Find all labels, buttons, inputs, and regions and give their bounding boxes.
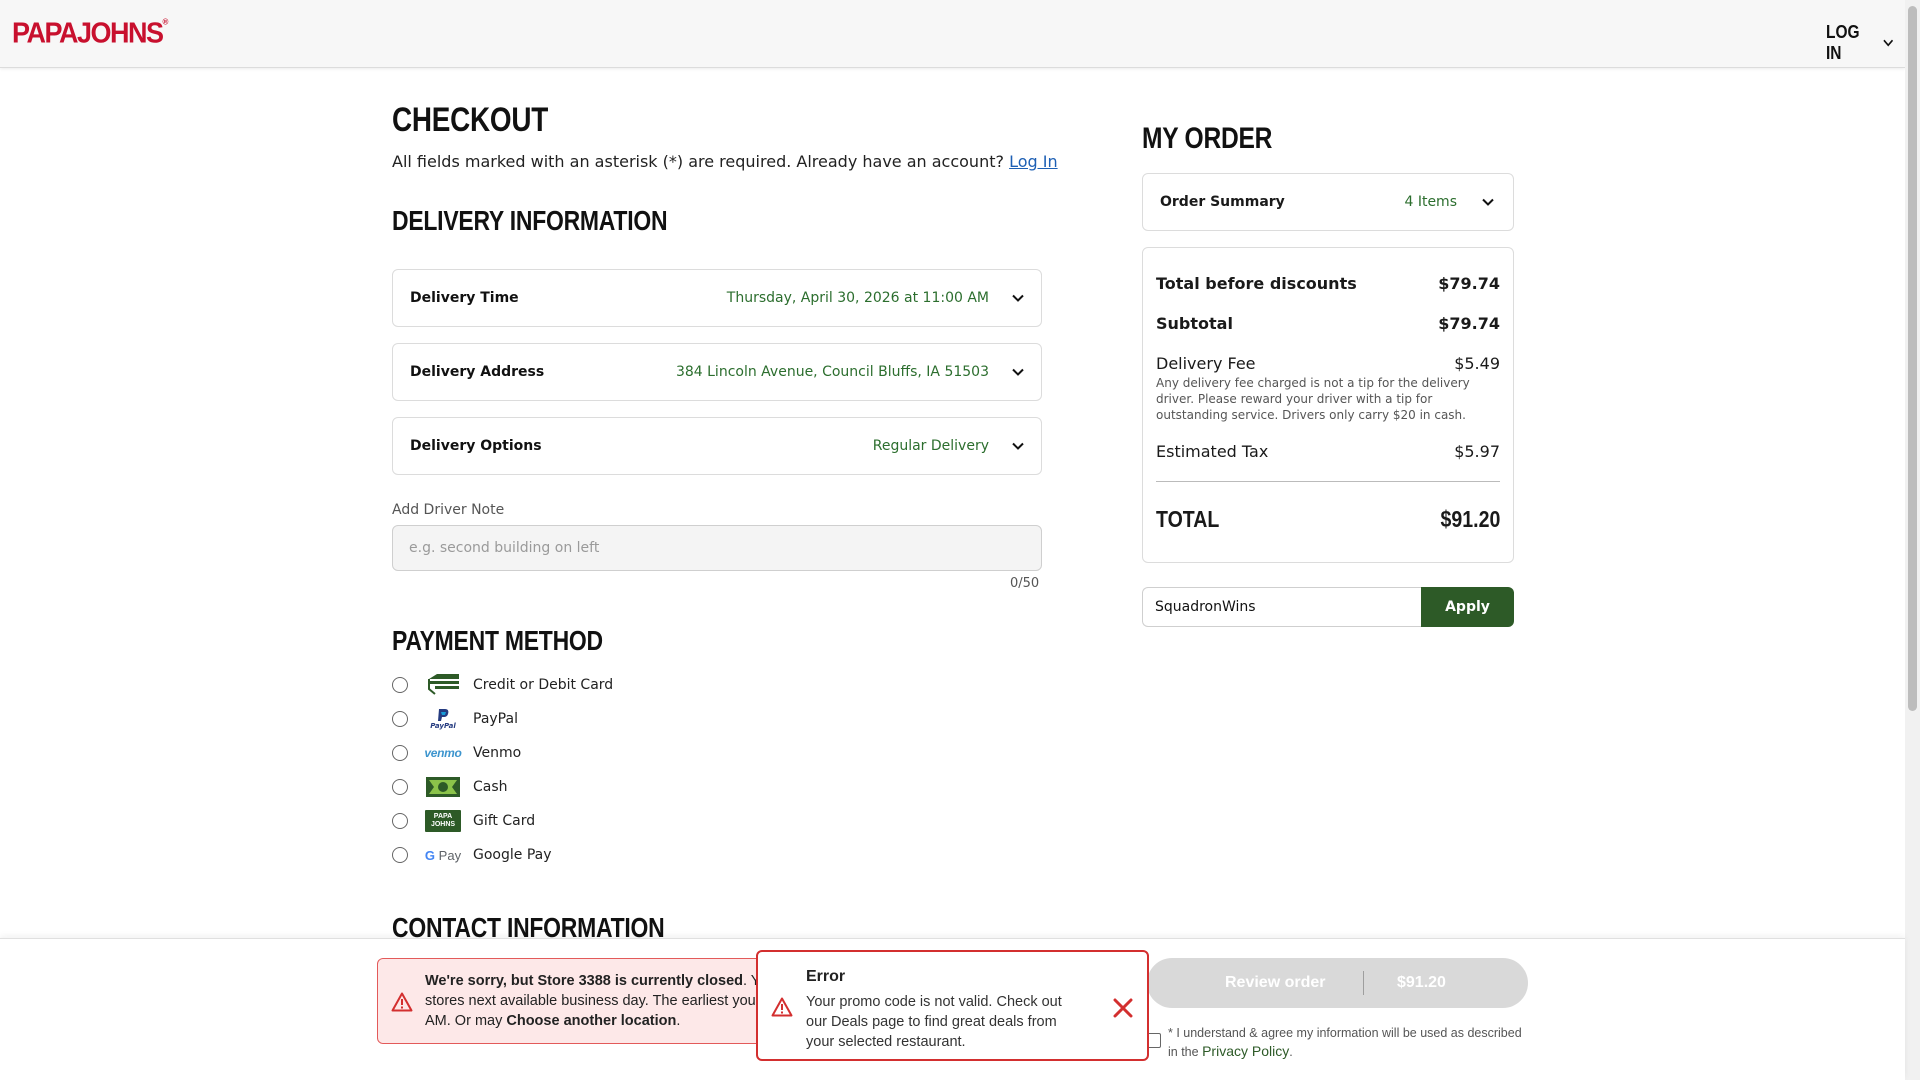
delivery-fee-note: Any delivery fee charged is not a tip fo… bbox=[1156, 376, 1470, 422]
delivery-information-heading: DELIVERY INFORMATION bbox=[392, 205, 668, 236]
google-pay-radio[interactable] bbox=[392, 847, 408, 863]
required-fields-note: All fields marked with an asterisk (*) a… bbox=[392, 152, 1058, 171]
payment-option-venmo[interactable]: venmo Venmo bbox=[392, 741, 521, 765]
payment-option-gift-card[interactable]: PAPA JOHNS Gift Card bbox=[392, 809, 535, 833]
chevron-down-icon bbox=[1482, 198, 1494, 206]
payment-option-label: Cash bbox=[473, 779, 508, 795]
review-order-label: Review order bbox=[1225, 974, 1326, 991]
delivery-options-label: Delivery Options bbox=[410, 438, 542, 454]
cash-icon bbox=[424, 775, 462, 799]
order-item-count: 4 Items bbox=[1404, 194, 1457, 210]
delivery-address-dropdown[interactable]: Delivery Address 384 Lincoln Avenue, Cou… bbox=[392, 343, 1042, 401]
login-link[interactable]: Log In bbox=[1009, 152, 1058, 171]
privacy-agreement: * I understand & agree my information wi… bbox=[1146, 1024, 1526, 1061]
gift-card-icon: PAPA JOHNS bbox=[424, 809, 462, 833]
payment-option-google-pay[interactable]: G Pay Google Pay bbox=[392, 843, 552, 867]
driver-note-label: Add Driver Note bbox=[392, 502, 505, 518]
order-summary-dropdown[interactable]: Order Summary 4 Items bbox=[1142, 173, 1514, 231]
my-order-heading: MY ORDER bbox=[1142, 122, 1273, 155]
totals-divider bbox=[1156, 481, 1500, 482]
warning-icon bbox=[391, 992, 413, 1012]
gift-card-radio[interactable] bbox=[392, 813, 408, 829]
delivery-options-dropdown[interactable]: Delivery Options Regular Delivery bbox=[392, 417, 1042, 475]
payment-option-label: Venmo bbox=[473, 745, 522, 761]
apply-promo-button[interactable]: Apply bbox=[1421, 587, 1514, 627]
payment-option-credit-card[interactable]: Credit or Debit Card bbox=[392, 673, 613, 697]
page-title: CHECKOUT bbox=[392, 101, 549, 139]
login-label: LOG IN bbox=[1826, 22, 1860, 63]
payment-option-label: Credit or Debit Card bbox=[473, 677, 614, 693]
privacy-policy-link[interactable]: Privacy Policy bbox=[1202, 1043, 1289, 1059]
total-before-discounts-row: Total before discounts $79.74 bbox=[1156, 274, 1500, 293]
paypal-icon: PayPal bbox=[424, 707, 462, 731]
credit-card-icon bbox=[424, 673, 462, 697]
chevron-down-icon bbox=[1012, 368, 1024, 376]
site-header: PAPAJOHNS® LOG IN bbox=[0, 0, 1905, 68]
order-totals-panel: Total before discounts $79.74 Subtotal $… bbox=[1142, 247, 1514, 563]
payment-option-label: Google Pay bbox=[473, 847, 552, 863]
subtotal-row: Subtotal $79.74 bbox=[1156, 314, 1500, 333]
google-pay-icon: G Pay bbox=[424, 847, 462, 863]
driver-note-input[interactable] bbox=[392, 525, 1042, 571]
warning-icon bbox=[771, 997, 793, 1017]
payment-option-label: PayPal bbox=[473, 711, 518, 727]
choose-another-location-link[interactable]: Choose another location bbox=[506, 1013, 676, 1029]
chevron-down-icon bbox=[1883, 39, 1894, 47]
delivery-time-label: Delivery Time bbox=[410, 290, 519, 306]
payment-option-label: Gift Card bbox=[473, 813, 536, 829]
delivery-time-value: Thursday, April 30, 2026 at 11:00 AM bbox=[726, 290, 989, 306]
delivery-options-value: Regular Delivery bbox=[872, 438, 989, 454]
credit-card-radio[interactable] bbox=[392, 677, 408, 693]
driver-note-char-count: 0/50 bbox=[1010, 576, 1040, 591]
chevron-down-icon bbox=[1012, 294, 1024, 302]
delivery-time-dropdown[interactable]: Delivery Time Thursday, April 30, 2026 a… bbox=[392, 269, 1042, 327]
login-menu-button[interactable]: LOG IN bbox=[1826, 22, 1894, 64]
promo-error-toast: Error Your promo code is not valid. Chec… bbox=[756, 950, 1149, 1061]
payment-option-paypal[interactable]: PayPal PayPal bbox=[392, 707, 518, 731]
review-order-amount: $91.20 bbox=[1397, 974, 1446, 991]
error-message: Your promo code is not valid. Check out … bbox=[806, 994, 1062, 1050]
chevron-down-icon bbox=[1012, 442, 1024, 450]
order-summary-label: Order Summary bbox=[1160, 194, 1285, 210]
error-title: Error bbox=[806, 968, 846, 985]
payment-method-heading: PAYMENT METHOD bbox=[392, 625, 603, 656]
delivery-address-label: Delivery Address bbox=[410, 364, 545, 380]
payment-option-cash[interactable]: Cash bbox=[392, 775, 508, 799]
venmo-radio[interactable] bbox=[392, 745, 408, 761]
venmo-icon: venmo bbox=[424, 746, 462, 760]
delivery-fee-row: Delivery Fee $5.49 bbox=[1156, 354, 1500, 373]
paypal-radio[interactable] bbox=[392, 711, 408, 727]
order-total-row: TOTAL $91.20 bbox=[1156, 506, 1500, 532]
store-closed-alert: We're sorry, but Store 3388 is currently… bbox=[377, 958, 777, 1044]
review-button-divider bbox=[1363, 971, 1364, 995]
cash-radio[interactable] bbox=[392, 779, 408, 795]
estimated-tax-row: Estimated Tax $5.97 bbox=[1156, 442, 1500, 461]
close-icon[interactable] bbox=[1111, 996, 1135, 1020]
delivery-address-value: 384 Lincoln Avenue, Council Bluffs, IA 5… bbox=[675, 364, 989, 380]
promo-code-input[interactable] bbox=[1142, 587, 1422, 627]
review-order-button[interactable]: Review order $91.20 bbox=[1147, 958, 1528, 1008]
scrollbar-thumb[interactable] bbox=[1908, 6, 1917, 711]
papa-johns-logo[interactable]: PAPAJOHNS® bbox=[12, 17, 168, 50]
